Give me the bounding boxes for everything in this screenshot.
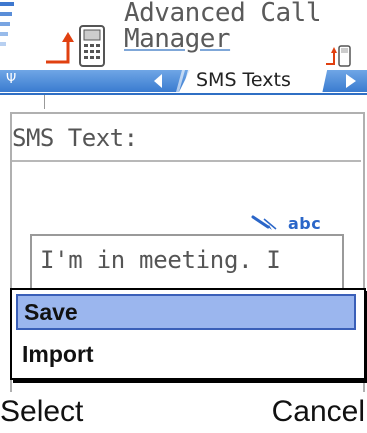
menu-item-import[interactable]: Import [16, 336, 356, 372]
select-softkey[interactable]: Select [0, 394, 83, 430]
app-title-line1: Advanced Call [124, 0, 322, 28]
cancel-softkey[interactable]: Cancel [272, 394, 365, 430]
label-divider [12, 160, 361, 162]
divider-tick [44, 95, 45, 109]
right-arrow-icon[interactable] [336, 70, 362, 92]
softkey-bar: Select Cancel [0, 392, 367, 433]
input-mode-label: abc [288, 213, 322, 233]
sms-text-value: I'm in meeting. I [40, 246, 281, 274]
app-title-line2: Manager [124, 24, 231, 54]
menu-item-save[interactable]: Save [16, 294, 356, 330]
tab-underline [0, 93, 367, 95]
antenna-icon: Ψ [6, 72, 17, 87]
header: Advanced Call Manager Ψ SMS Texts [0, 0, 367, 110]
signal-strength-icon [0, 2, 14, 46]
app-title: Advanced Call Manager [124, 0, 322, 54]
mini-app-icon [326, 45, 351, 67]
options-menu: Save Import [10, 288, 366, 380]
call-manager-app-icon [46, 25, 105, 67]
pen-icon [251, 215, 277, 230]
tab-sms-texts-label: SMS Texts [196, 69, 291, 91]
sms-text-label: SMS Text: [12, 124, 138, 152]
tab-bar: Ψ SMS Texts [0, 66, 367, 94]
input-mode-indicator: abc [250, 211, 340, 235]
left-arrow-icon[interactable] [150, 71, 166, 91]
phone-screen: Advanced Call Manager Ψ SMS Texts SMS Te… [0, 0, 367, 433]
